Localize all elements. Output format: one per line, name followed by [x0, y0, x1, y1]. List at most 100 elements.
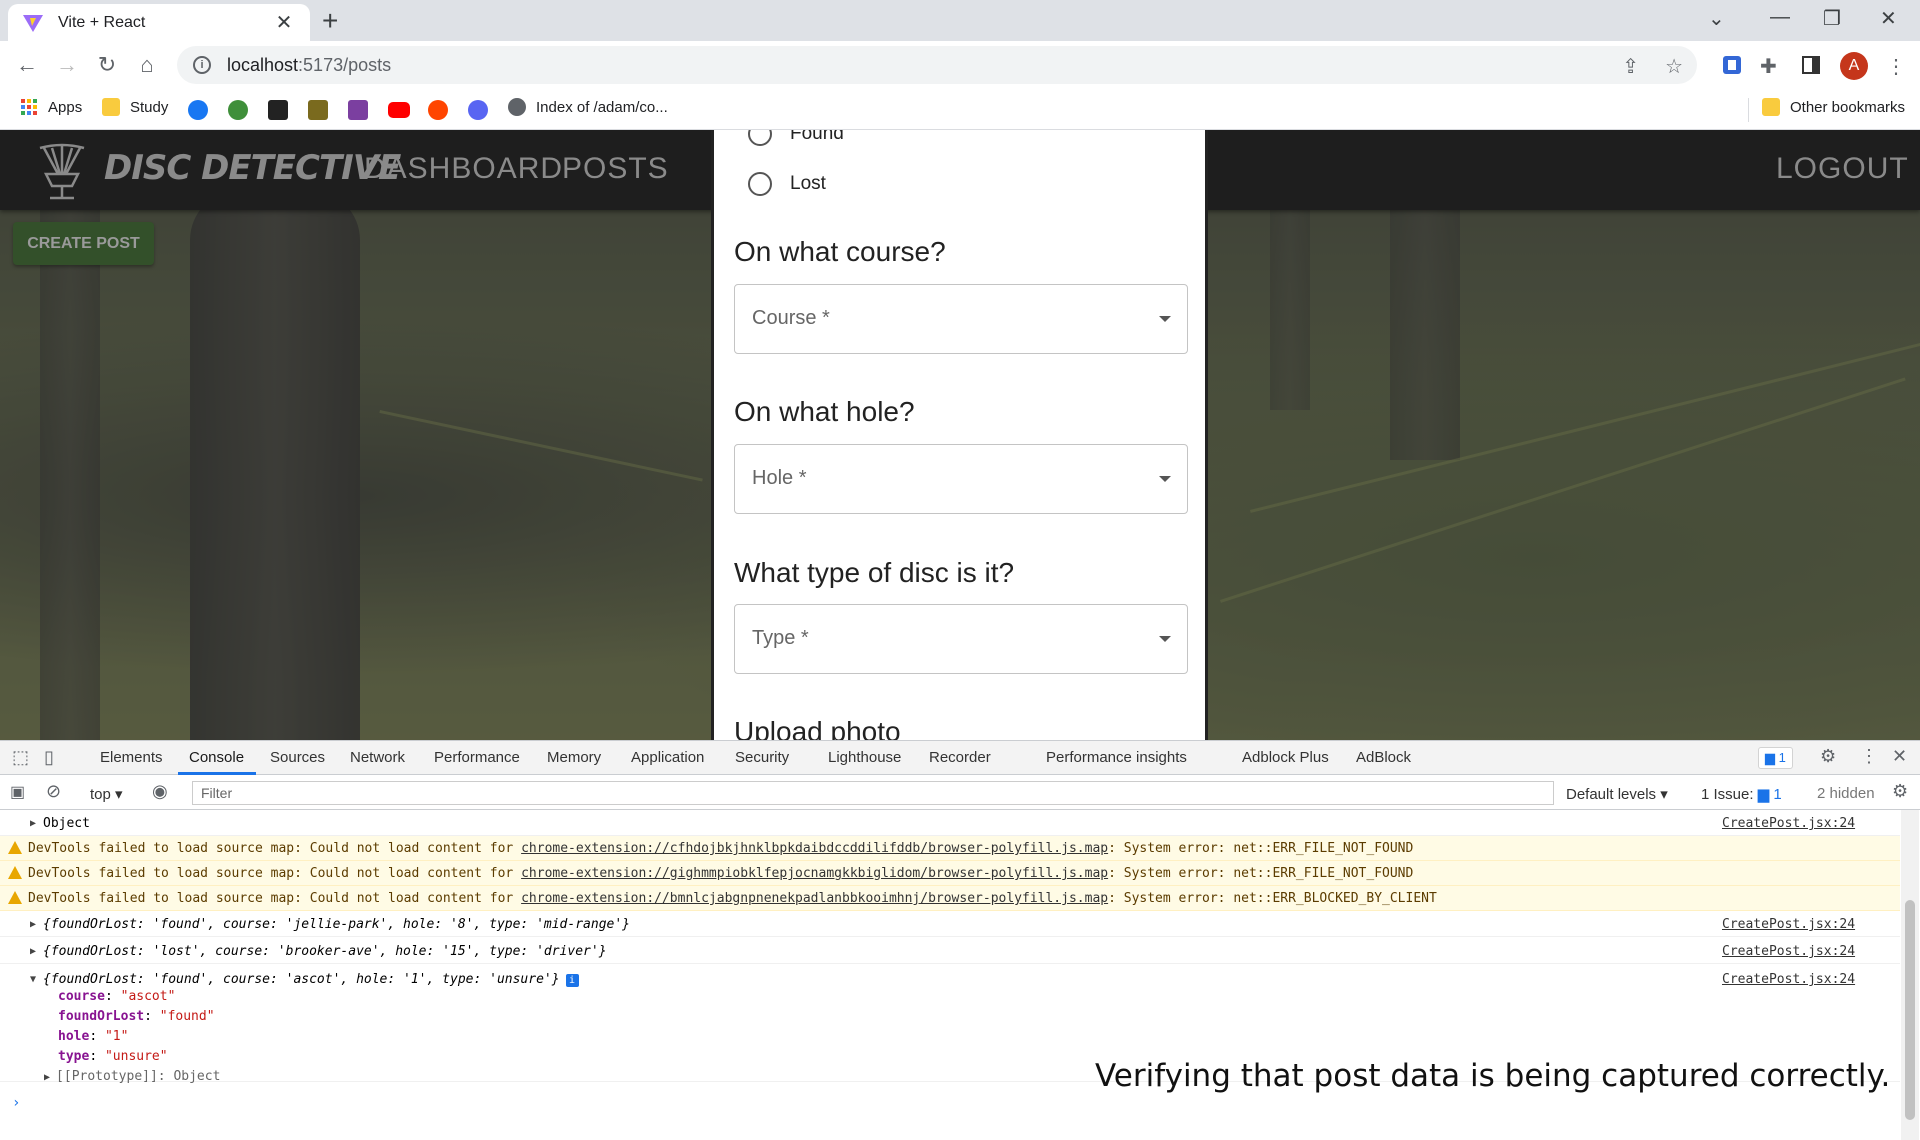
- new-tab-icon[interactable]: +: [322, 6, 338, 36]
- source-link[interactable]: CreatePost.jsx:24: [1722, 939, 1855, 964]
- hole-select[interactable]: Hole *: [734, 444, 1188, 514]
- back-icon[interactable]: ←: [12, 51, 42, 79]
- issues-button[interactable]: 1 Issue: ▆ 1: [1701, 785, 1782, 803]
- share-icon[interactable]: ⇪: [1622, 54, 1639, 79]
- app-logo-text[interactable]: DISC DETECTIVE: [104, 148, 401, 188]
- sourcemap-link[interactable]: chrome-extension://gighmmpiobklfepjocnam…: [521, 866, 1108, 881]
- collapse-arrow-icon[interactable]: ▼: [30, 967, 36, 992]
- log-levels-dropdown[interactable]: Default levels ▾: [1566, 785, 1668, 803]
- profile-avatar[interactable]: A: [1840, 52, 1868, 80]
- bus-icon[interactable]: [268, 100, 288, 120]
- bookmark-star-icon[interactable]: ☆: [1665, 54, 1683, 79]
- console-row[interactable]: ▶ {foundOrLost: 'lost', course: 'brooker…: [0, 939, 1900, 964]
- forward-icon[interactable]: →: [52, 51, 82, 79]
- bookmarks-bar: Apps Study Index of /adam/co... Other bo…: [0, 90, 1920, 130]
- devtools-tab-bar: ⬚ ▯ Elements Console Sources Network Per…: [0, 741, 1920, 775]
- radio-lost[interactable]: Lost: [748, 172, 826, 196]
- sourcemap-link[interactable]: chrome-extension://cfhdojbkjhnklbpkdaibd…: [521, 841, 1108, 856]
- restore-icon[interactable]: ❐: [1823, 6, 1841, 31]
- reload-icon[interactable]: ↻: [92, 51, 122, 79]
- side-panel-icon[interactable]: [1800, 54, 1822, 76]
- tab-close-icon[interactable]: ✕: [272, 10, 296, 35]
- select-placeholder: Hole *: [752, 467, 807, 489]
- warning-icon: [8, 866, 22, 879]
- messages-badge[interactable]: ▆ 1: [1758, 747, 1793, 769]
- type-select[interactable]: Type *: [734, 604, 1188, 674]
- devtools-tab-performance[interactable]: Performance: [434, 749, 520, 766]
- devtools-tab-sources[interactable]: Sources: [270, 749, 325, 766]
- clear-console-icon[interactable]: ⊘: [46, 781, 61, 802]
- minimize-icon[interactable]: —: [1770, 6, 1790, 29]
- context-selector[interactable]: top ▾: [90, 785, 123, 803]
- discord-icon[interactable]: [468, 100, 488, 120]
- devtools-tab-lighthouse[interactable]: Lighthouse: [828, 749, 901, 766]
- extensions-puzzle-icon[interactable]: ✚: [1760, 54, 1782, 78]
- home-icon[interactable]: ⌂: [132, 51, 162, 79]
- info-icon[interactable]: i: [565, 974, 579, 987]
- sourcemap-link[interactable]: chrome-extension://bmnlcjabgnpnenekpadla…: [521, 891, 1108, 906]
- bookmark-other[interactable]: Other bookmarks: [1762, 98, 1905, 116]
- select-placeholder: Course *: [752, 307, 830, 329]
- address-bar[interactable]: i localhost:5173/posts ⇪ ☆: [177, 46, 1697, 84]
- site-info-icon[interactable]: i: [193, 56, 211, 74]
- active-tab-indicator: [178, 772, 256, 775]
- utorrent-icon[interactable]: [228, 100, 248, 120]
- browser-menu-icon[interactable]: ⋮: [1886, 54, 1908, 78]
- hidden-count: 2 hidden: [1817, 785, 1875, 802]
- tab-search-icon[interactable]: ⌄: [1708, 6, 1725, 31]
- window-close-icon[interactable]: ✕: [1880, 6, 1897, 31]
- type-question: What type of disc is it?: [734, 557, 1015, 588]
- devtools-tab-console[interactable]: Console: [189, 749, 244, 766]
- devtools-tab-application[interactable]: Application: [631, 749, 704, 766]
- browser-tab[interactable]: Vite + React ✕: [8, 4, 310, 41]
- source-link[interactable]: CreatePost.jsx:24: [1722, 967, 1855, 992]
- radio-circle[interactable]: [748, 130, 772, 146]
- bookmark-apps[interactable]: Apps: [20, 98, 82, 116]
- live-expression-eye-icon[interactable]: ◉: [152, 781, 168, 802]
- extension-shield-icon[interactable]: [1721, 54, 1743, 76]
- course-select[interactable]: Course *: [734, 284, 1188, 354]
- browser-tab-bar: Vite + React ✕ + ⌄ — ❐ ✕: [0, 0, 1920, 41]
- expand-arrow-icon[interactable]: ▶: [30, 811, 36, 836]
- expand-arrow-icon[interactable]: ▶: [44, 1072, 56, 1083]
- source-link[interactable]: CreatePost.jsx:24: [1722, 811, 1855, 836]
- inspect-element-icon[interactable]: ⬚: [12, 747, 29, 768]
- app-viewport: DISC DETECTIVE DASHBOARD POSTS LOGOUT CR…: [0, 130, 1920, 740]
- sidebar-toggle-icon[interactable]: ▣: [10, 782, 25, 802]
- bookmark-study[interactable]: Study: [102, 98, 168, 116]
- console-settings-icon[interactable]: ⚙: [1892, 781, 1908, 802]
- console-row[interactable]: ▶ Object CreatePost.jsx:24: [0, 811, 1900, 836]
- scrollbar-thumb[interactable]: [1905, 900, 1915, 1120]
- reddit-icon[interactable]: [428, 100, 448, 120]
- devtools-close-icon[interactable]: ✕: [1892, 746, 1907, 767]
- nav-dashboard[interactable]: DASHBOARD: [364, 152, 563, 186]
- expand-arrow-icon[interactable]: ▶: [30, 939, 36, 964]
- nav-posts[interactable]: POSTS: [562, 152, 669, 186]
- devtools-tab-elements[interactable]: Elements: [100, 749, 163, 766]
- bookmark-index[interactable]: Index of /adam/co...: [508, 98, 668, 116]
- facebook-icon[interactable]: [188, 100, 208, 120]
- console-prompt-icon[interactable]: ›: [12, 1095, 20, 1111]
- nav-logout[interactable]: LOGOUT: [1776, 152, 1909, 186]
- devtools-tab-adblock[interactable]: AdBlock: [1356, 749, 1411, 766]
- devtools-tab-performance-insights[interactable]: Performance insights: [1046, 749, 1187, 766]
- s-icon[interactable]: [348, 100, 368, 120]
- source-link[interactable]: CreatePost.jsx:24: [1722, 912, 1855, 937]
- console-filter-input[interactable]: Filter: [192, 781, 1554, 805]
- radio-circle[interactable]: [748, 172, 772, 196]
- console-scrollbar[interactable]: [1901, 810, 1919, 1140]
- settings-gear-icon[interactable]: ⚙: [1820, 746, 1836, 767]
- devtools-tab-memory[interactable]: Memory: [547, 749, 601, 766]
- badge-icon[interactable]: [308, 100, 328, 120]
- devtools-tab-network[interactable]: Network: [350, 749, 405, 766]
- devtools-tab-recorder[interactable]: Recorder: [929, 749, 991, 766]
- devtools-tab-security[interactable]: Security: [735, 749, 789, 766]
- console-row[interactable]: ▶ {foundOrLost: 'found', course: 'jellie…: [0, 912, 1900, 937]
- radio-found[interactable]: Found: [748, 130, 844, 146]
- devtools-tab-adblock-plus[interactable]: Adblock Plus: [1242, 749, 1329, 766]
- create-post-button[interactable]: CREATE POST: [13, 222, 154, 265]
- device-toolbar-icon[interactable]: ▯: [44, 747, 54, 768]
- youtube-icon[interactable]: [388, 102, 410, 118]
- expand-arrow-icon[interactable]: ▶: [30, 912, 36, 937]
- devtools-menu-icon[interactable]: ⋮: [1860, 746, 1878, 767]
